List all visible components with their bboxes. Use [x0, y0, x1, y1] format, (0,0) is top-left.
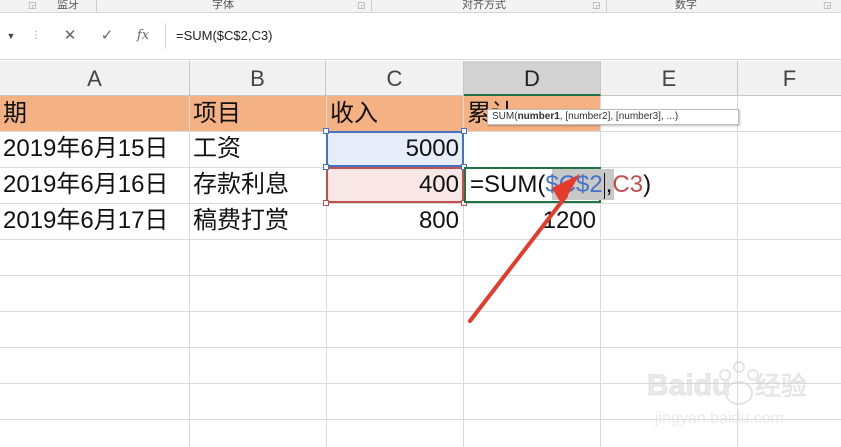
- formula-prefix: =SUM(: [470, 171, 546, 198]
- ribbon-group-strip: 监牙 ◲ 字体 ◲ 对齐方式 ◲ 数字 ◲: [0, 0, 841, 13]
- cell-b1[interactable]: 项目: [190, 96, 326, 131]
- cell-a4[interactable]: 2019年6月17日: [0, 203, 189, 239]
- cell-a3[interactable]: 2019年6月16日: [0, 167, 189, 203]
- column-header-a[interactable]: A: [0, 61, 190, 96]
- watermark-suffix: 经验: [755, 372, 807, 402]
- cell-b3[interactable]: 存款利息: [190, 167, 326, 203]
- grid-line: [0, 275, 841, 276]
- cell-a1[interactable]: 期: [0, 96, 189, 131]
- grid-line: [0, 311, 841, 312]
- formula-suffix: ): [643, 171, 652, 198]
- column-header-row: A B C D E F: [0, 61, 841, 96]
- ribbon-group-number: 数字: [675, 0, 697, 11]
- ribbon-group-clipboard: 监牙: [57, 0, 79, 11]
- grid-line: [0, 239, 841, 240]
- name-box-dropdown-icon[interactable]: ▼: [0, 23, 22, 49]
- cell-a2[interactable]: 2019年6月15日: [0, 131, 189, 167]
- watermark-brand: Baidu: [647, 369, 730, 402]
- formula-input[interactable]: =SUM($C$2,C3): [165, 23, 841, 49]
- dialog-launcher-icon[interactable]: ◲: [28, 0, 37, 10]
- tooltip-current-arg[interactable]: number1: [518, 111, 560, 122]
- dialog-launcher-icon[interactable]: ◲: [357, 0, 366, 10]
- insert-function-button[interactable]: fx: [128, 23, 158, 49]
- cell-c4[interactable]: 800: [327, 203, 463, 239]
- column-header-f[interactable]: F: [738, 61, 841, 96]
- enter-button[interactable]: ✓: [92, 23, 122, 49]
- cell-b4[interactable]: 稿费打赏: [190, 203, 326, 239]
- column-header-b[interactable]: B: [190, 61, 326, 96]
- baidu-jingyan-watermark: Baidu 经验 jingyan.baidu.com: [647, 361, 807, 427]
- column-header-d[interactable]: D: [464, 61, 601, 96]
- cell-d4[interactable]: 1200: [464, 203, 600, 239]
- column-header-c[interactable]: C: [326, 61, 464, 96]
- cancel-button[interactable]: ✕: [55, 23, 85, 49]
- function-argument-tooltip[interactable]: SUM(number1, [number2], [number3], ...): [487, 109, 739, 125]
- cell-c3[interactable]: 400: [327, 167, 463, 203]
- grid-line: [600, 96, 601, 447]
- cell-c2[interactable]: 5000: [327, 131, 463, 167]
- dialog-launcher-icon[interactable]: ◲: [592, 0, 601, 10]
- text-caret: [603, 172, 605, 199]
- watermark-url: jingyan.baidu.com: [654, 410, 784, 427]
- ribbon-group-font: 字体: [212, 0, 234, 11]
- tooltip-function[interactable]: SUM(: [492, 111, 518, 122]
- dialog-launcher-icon[interactable]: ◲: [823, 0, 832, 10]
- in-cell-formula-editor[interactable]: =SUM($C$2 ,C3): [470, 167, 651, 203]
- ribbon-group-alignment: 对齐方式: [462, 0, 506, 11]
- cell-b2[interactable]: 工资: [190, 131, 326, 167]
- cell-c1[interactable]: 收入: [327, 96, 463, 131]
- formula-ref-c2[interactable]: $C$2: [545, 171, 602, 198]
- ribbon-separator: [371, 0, 372, 12]
- ribbon-separator: [606, 0, 607, 12]
- column-header-e[interactable]: E: [601, 61, 738, 96]
- formula-ref-c3[interactable]: C3: [612, 171, 643, 198]
- tooltip-other-args: , [number2], [number3], ...): [559, 111, 679, 122]
- resize-handle-icon[interactable]: ⋮: [31, 23, 41, 49]
- ribbon-separator: [96, 0, 97, 12]
- formula-bar: ▼ ⋮ ✕ ✓ fx =SUM($C$2,C3): [0, 13, 841, 60]
